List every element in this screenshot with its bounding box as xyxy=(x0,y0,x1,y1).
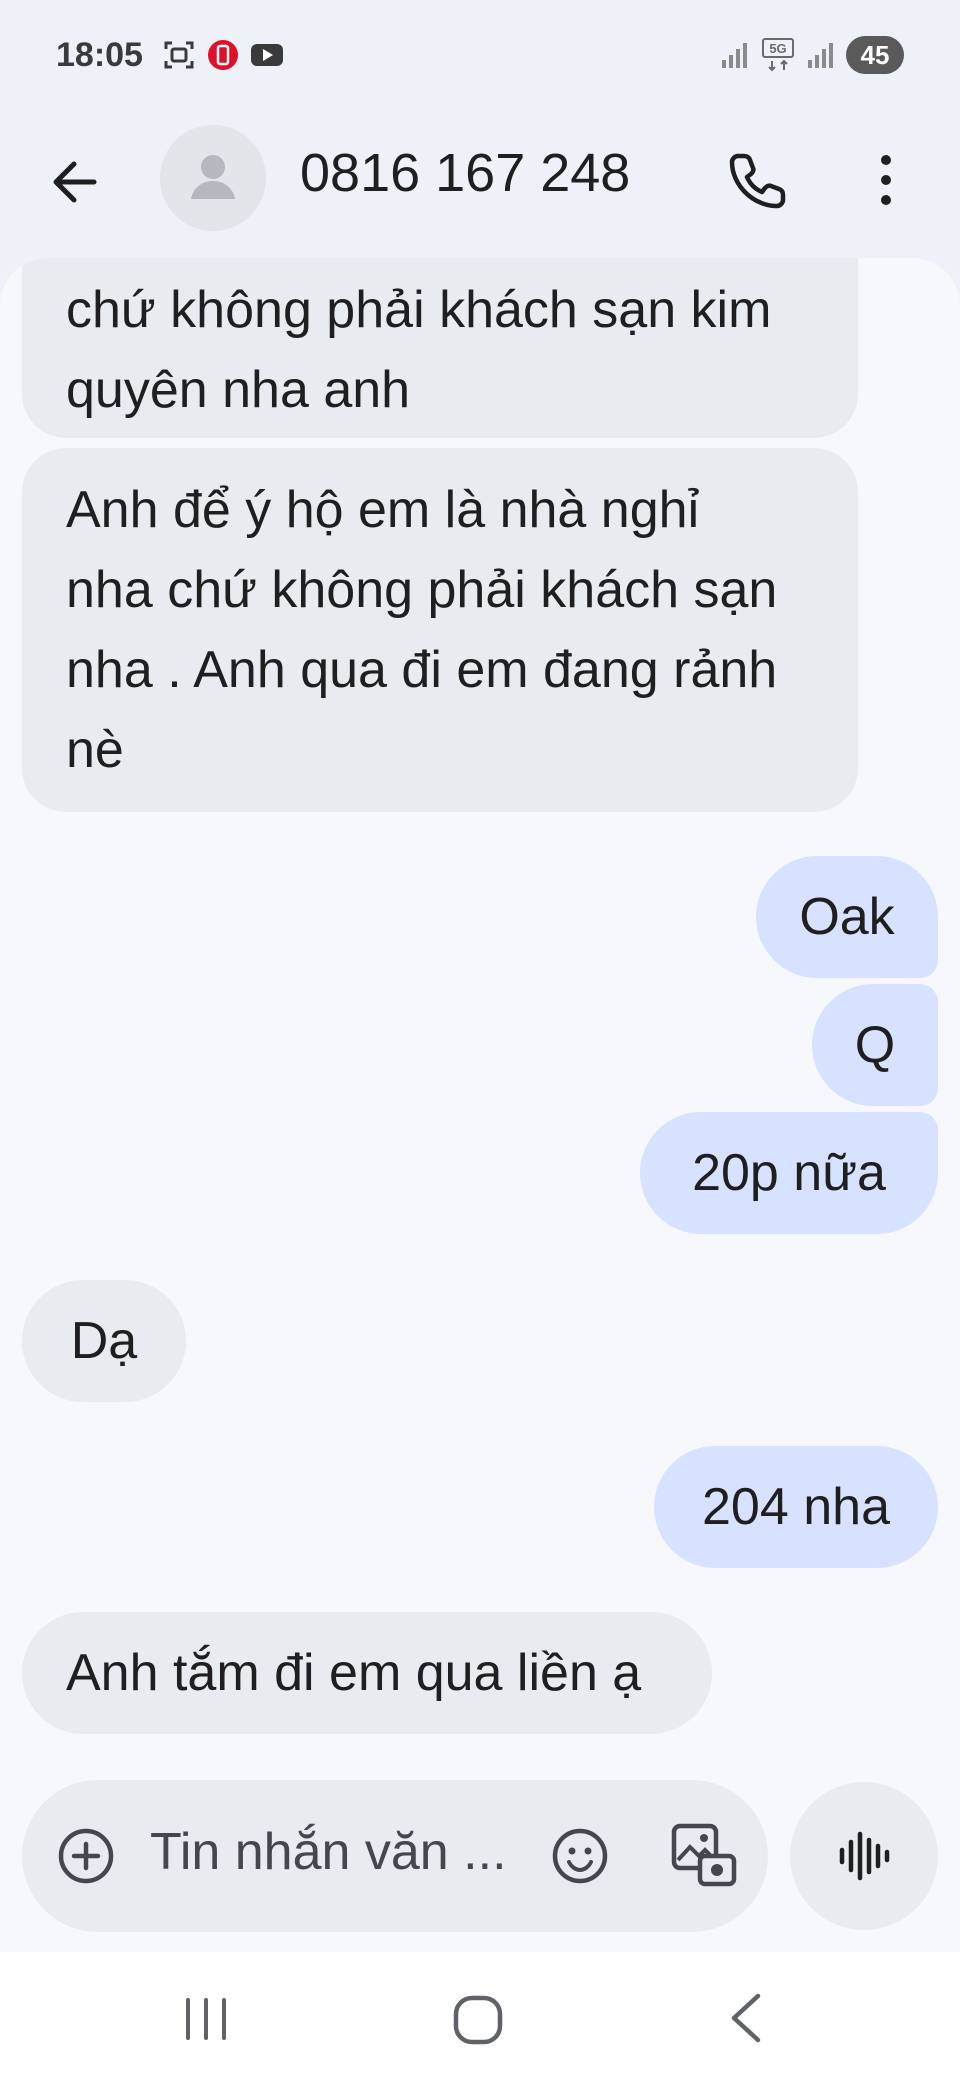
back-nav-icon[interactable] xyxy=(726,1990,766,2046)
status-icons-left xyxy=(162,38,284,72)
messages-list[interactable]: chứ không phải khách sạn kim quyên nha a… xyxy=(0,258,960,1952)
add-circle-icon[interactable] xyxy=(54,1824,118,1888)
voice-button[interactable] xyxy=(790,1782,938,1930)
message-text: 20p nữa xyxy=(692,1144,886,1202)
message-text: Dạ xyxy=(70,1312,138,1370)
incoming-message[interactable]: Anh tắm đi em qua liền ạ xyxy=(22,1612,712,1734)
avatar[interactable] xyxy=(160,125,266,231)
system-navigation-bar xyxy=(0,1952,960,2080)
message-text: Anh tắm đi em qua liền ạ xyxy=(66,1644,642,1702)
contact-name[interactable]: 0816 167 248 xyxy=(300,142,630,204)
gallery-icon[interactable] xyxy=(668,1820,738,1890)
message-text: 204 nha xyxy=(702,1478,890,1536)
message-composer[interactable]: Tin nhắn văn ... xyxy=(22,1780,768,1932)
message-text: chứ không phải khách sạn kim quyên nha a… xyxy=(66,270,771,430)
message-text: Q xyxy=(854,1016,896,1074)
message-text: Anh để ý hộ em là nhà nghỉ nha chứ không… xyxy=(66,470,777,790)
status-bar: 18:05 5G 45 xyxy=(0,0,960,110)
status-time: 18:05 xyxy=(56,36,143,74)
svg-text:5G: 5G xyxy=(769,41,786,56)
message-line: chứ không phải khách sạn kim xyxy=(66,281,772,339)
arrow-left-icon[interactable] xyxy=(44,150,108,214)
voice-icon xyxy=(839,1831,890,1881)
emoji-icon[interactable] xyxy=(548,1824,612,1888)
outgoing-message[interactable]: Oak xyxy=(756,856,938,978)
status-icons-right: 5G 45 xyxy=(720,36,904,74)
message-text: Oak xyxy=(799,888,895,946)
incoming-message[interactable]: Anh để ý hộ em là nhà nghỉ nha chứ không… xyxy=(22,448,858,812)
incoming-message[interactable]: Dạ xyxy=(22,1280,186,1402)
5g-icon: 5G xyxy=(762,38,794,72)
outgoing-message[interactable]: 20p nữa xyxy=(640,1112,938,1234)
more-vert-icon[interactable] xyxy=(858,148,914,212)
phone-icon[interactable] xyxy=(726,148,790,212)
message-line: nè xyxy=(66,721,124,779)
recents-icon[interactable] xyxy=(180,1994,232,2044)
incoming-message[interactable]: chứ không phải khách sạn kim quyên nha a… xyxy=(22,258,858,438)
battery-level: 45 xyxy=(846,36,904,74)
message-line: quyên nha anh xyxy=(66,361,411,419)
message-line: nha . Anh qua đi em đang rảnh xyxy=(66,641,778,699)
youtube-icon xyxy=(251,44,283,66)
app-notification-icon xyxy=(208,40,238,70)
outgoing-message[interactable]: Q xyxy=(812,984,938,1106)
home-icon[interactable] xyxy=(450,1992,506,2048)
outgoing-message[interactable]: 204 nha xyxy=(654,1446,938,1568)
message-line: Anh để ý hộ em là nhà nghỉ xyxy=(66,481,700,539)
message-line: nha chứ không phải khách sạn xyxy=(66,561,778,619)
signal-icon xyxy=(722,43,747,68)
screenshot-icon xyxy=(164,41,194,69)
message-input[interactable]: Tin nhắn văn ... xyxy=(150,1822,507,1882)
signal-icon xyxy=(808,43,833,68)
conversation-header: 0816 167 248 xyxy=(0,110,960,260)
